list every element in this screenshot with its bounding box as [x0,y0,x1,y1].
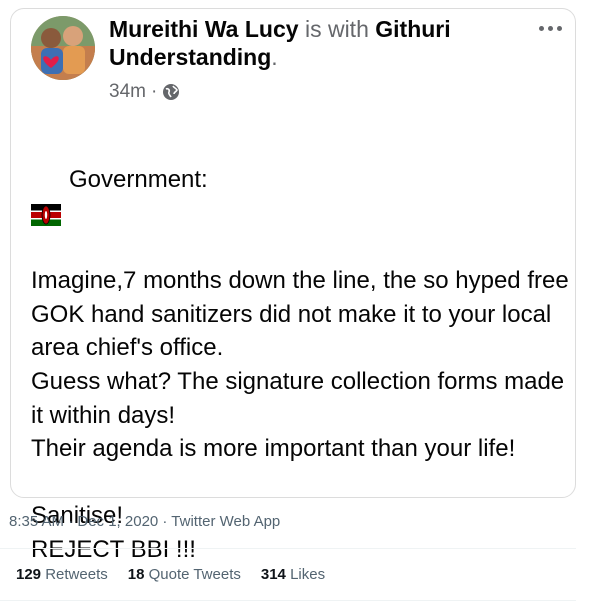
divider [0,548,576,549]
separator-dot: · [150,81,158,102]
retweets-stat[interactable]: 129 Retweets [16,566,108,583]
post-author-line: Mureithi Wa Lucy is with Githuri Underst… [109,15,519,71]
period: . [271,44,278,70]
avatar[interactable] [31,16,95,80]
tweet-stats: 129 Retweets 18 Quote Tweets 314 Likes [16,566,325,583]
quote-tweets-stat[interactable]: 18 Quote Tweets [128,566,241,583]
kenya-flag-icon [31,169,61,227]
more-dots-icon[interactable] [535,23,565,33]
globe-icon [162,83,180,101]
divider [0,600,576,601]
shared-post-image: Mureithi Wa Lucy is with Githuri Underst… [10,8,576,563]
post-heading-line: Government: [31,163,571,227]
post-meta: 34m · [109,81,180,103]
likes-stat[interactable]: 314 Likes [261,566,325,583]
post-time[interactable]: 34m [109,81,146,103]
tweet-timestamp[interactable]: 8:35 AM · Dec 1, 2020 · Twitter Web App [9,513,280,530]
post-heading: Government: [69,165,208,193]
with-text: is with [304,16,369,42]
author-name[interactable]: Mureithi Wa Lucy [109,16,299,42]
